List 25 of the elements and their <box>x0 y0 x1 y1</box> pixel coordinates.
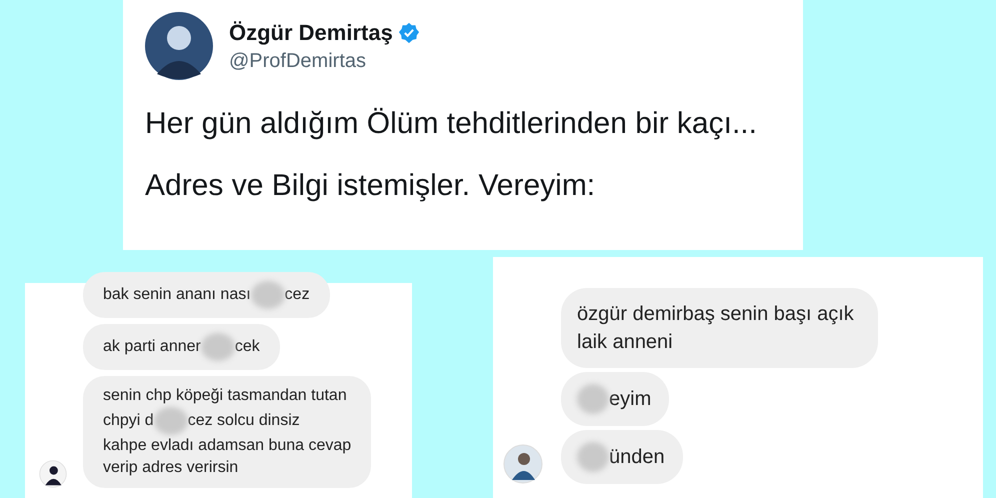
author-handle: @ProfDemirtas <box>229 50 367 72</box>
message-text: cez solcu dinsiz <box>188 411 300 431</box>
blur-mark <box>200 333 235 361</box>
avatar <box>39 460 67 488</box>
blur-mark <box>577 442 609 472</box>
message-text: laik anneni <box>577 330 673 355</box>
message-text: senin chp köpeği tasmandan tutan <box>103 386 347 406</box>
blur-mark <box>154 407 188 435</box>
author-name: Özgür Demirtaş <box>229 20 393 46</box>
tweet-text: Her gün aldığım Ölüm tehditlerinden bir kaçı... <box>145 106 758 142</box>
tweet-text: Adres ve Bilgi istemişler. Vereyim: <box>145 168 596 204</box>
message-text: chpyi d <box>103 411 154 431</box>
message-text: bak senin ananı nası <box>103 285 251 305</box>
message-text: cek <box>234 337 260 357</box>
blur-mark <box>250 281 285 309</box>
message-text: kahpe evladı adamsan buna cevap <box>103 436 352 456</box>
blur-mark <box>577 384 609 414</box>
message-text: verip adres verirsin <box>103 458 238 478</box>
message-text: cez <box>284 285 310 305</box>
message-text: ak parti anner <box>103 337 201 357</box>
avatar <box>145 12 213 80</box>
message-text: özgür demirbaş senin başı açık <box>577 302 854 327</box>
avatar <box>503 444 543 484</box>
message-text: ünden <box>609 445 665 470</box>
message-text: eyim <box>609 387 652 412</box>
